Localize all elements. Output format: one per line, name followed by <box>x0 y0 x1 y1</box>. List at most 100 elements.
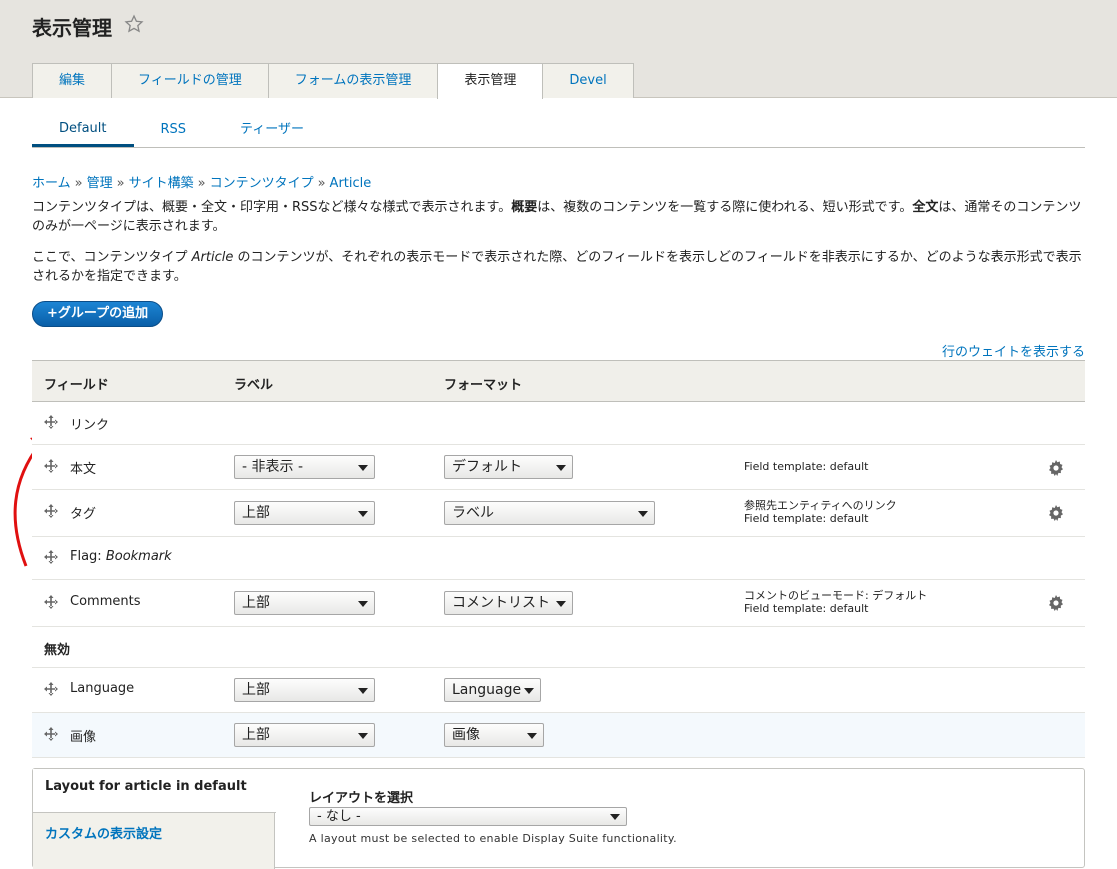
breadcrumb-admin[interactable]: 管理 <box>87 176 113 191</box>
drag-handle-icon[interactable] <box>44 415 58 429</box>
desc-bold-full: 全文 <box>912 200 939 215</box>
format-select[interactable]: ラベル <box>444 501 655 525</box>
summary-line: Field template: default <box>744 512 869 525</box>
tab-manage-form-display[interactable]: フォームの表示管理 <box>267 63 439 98</box>
vtab-layout[interactable]: Layout for article in default <box>33 769 276 813</box>
tab-default[interactable]: Default <box>32 112 134 147</box>
format-select[interactable]: 画像 <box>444 723 544 747</box>
gear-icon[interactable] <box>1048 460 1064 476</box>
add-group-button[interactable]: +グループの追加 <box>32 301 164 327</box>
breadcrumb-article[interactable]: Article <box>330 176 372 191</box>
format-select[interactable]: Language <box>444 678 541 702</box>
breadcrumb-structure[interactable]: サイト構築 <box>129 176 194 191</box>
label-select[interactable]: - 非表示 - <box>234 455 375 479</box>
desc-text: ここで、コンテンツタイプ <box>32 250 192 265</box>
table-row: Comments 上部 コメントリスト コメントのビューモード: デフォルト Fi… <box>32 580 1085 627</box>
tab-teaser[interactable]: ティーザー <box>213 112 331 147</box>
summary-line: Field template: default <box>744 602 869 615</box>
field-name: Language <box>70 681 135 696</box>
vtab-pane-layout: レイアウトを選択 - なし - A layout must be selecte… <box>309 787 677 845</box>
field-name: Comments <box>70 594 141 609</box>
field-name: 本文 <box>70 462 97 477</box>
breadcrumb-separator: » <box>317 176 326 191</box>
format-summary: 参照先エンティティへのリンク Field template: default <box>744 499 897 525</box>
summary-line: Field template: default <box>744 460 869 473</box>
desc-text: コンテンツタイプは、概要・全文・印字用・RSSなど様々な様式で表示されます。 <box>32 200 512 215</box>
table-row: リンク <box>32 402 1085 445</box>
drag-handle-icon[interactable] <box>44 459 58 473</box>
drag-handle-icon[interactable] <box>44 595 58 609</box>
select-value: - なし - <box>317 809 361 824</box>
gear-icon[interactable] <box>1048 505 1064 521</box>
desc-bold-summary: 概要 <box>511 200 538 215</box>
column-header-label: ラベル <box>234 378 274 393</box>
page-header: 表示管理 編集 フィールドの管理 フォームの表示管理 表示管理 Devel <box>0 0 1117 99</box>
drag-handle-icon[interactable] <box>44 550 58 564</box>
table-row: 本文 - 非表示 - デフォルト Field template: default <box>32 445 1085 490</box>
chevron-down-icon <box>610 814 620 820</box>
tab-rss[interactable]: RSS <box>134 112 214 147</box>
region-disabled: 無効 <box>32 627 1085 668</box>
chevron-down-icon <box>358 688 368 694</box>
summary-line: 参照先エンティティへのリンク <box>744 499 897 512</box>
select-value: 上部 <box>242 682 270 698</box>
format-select[interactable]: コメントリスト <box>444 591 573 615</box>
chevron-down-icon <box>358 511 368 517</box>
label-select[interactable]: 上部 <box>234 723 375 747</box>
field-name-flag: Bookmark <box>105 549 172 564</box>
summary-line: コメントのビューモード: デフォルト <box>744 589 928 602</box>
breadcrumb: ホーム» 管理» サイト構築» コンテンツタイプ» Article <box>32 172 371 191</box>
field-name: Flag: Bookmark <box>70 549 172 564</box>
format-summary: コメントのビューモード: デフォルト Field template: defaul… <box>744 589 927 615</box>
column-header-field: フィールド <box>44 378 109 393</box>
drag-handle-icon[interactable] <box>44 682 58 696</box>
label-select[interactable]: 上部 <box>234 678 375 702</box>
select-value: コメントリスト <box>452 595 550 611</box>
table-row: 画像 上部 画像 <box>32 713 1085 758</box>
select-value: - 非表示 - <box>242 459 304 475</box>
star-icon[interactable] <box>124 14 144 34</box>
vtab-custom-display-settings[interactable]: カスタムの表示設定 <box>33 813 275 857</box>
format-select[interactable]: デフォルト <box>444 455 573 479</box>
desc-content-type: Article <box>191 250 234 265</box>
chevron-down-icon <box>556 465 566 471</box>
field-name: リンク <box>70 418 110 433</box>
breadcrumb-home[interactable]: ホーム <box>32 176 71 191</box>
field-name: 画像 <box>70 730 97 745</box>
chevron-down-icon <box>358 601 368 607</box>
show-row-weights-link[interactable]: 行のウェイトを表示する <box>942 341 1085 360</box>
layout-select-description: A layout must be selected to enable Disp… <box>309 832 677 845</box>
chevron-down-icon <box>524 688 534 694</box>
table-row: Flag: Bookmark <box>32 537 1085 580</box>
tab-manage-fields[interactable]: フィールドの管理 <box>111 63 269 98</box>
tab-devel[interactable]: Devel <box>542 63 634 98</box>
select-value: 画像 <box>452 727 480 743</box>
page-title: 表示管理 <box>32 16 112 40</box>
description-paragraph-2: ここで、コンテンツタイプ Article のコンテンツが、それぞれの表示モードで… <box>32 248 1087 286</box>
column-header-format: フォーマット <box>444 378 523 393</box>
field-name-prefix: Flag: <box>70 549 106 564</box>
layout-settings-panel: Layout for article in default カスタムの表示設定 … <box>32 768 1085 869</box>
label-select[interactable]: 上部 <box>234 591 375 615</box>
layout-select[interactable]: - なし - <box>309 807 627 826</box>
fields-table: フィールド ラベル フォーマット リンク 本文 - 非表示 - デフォルト Fi… <box>32 360 1085 758</box>
breadcrumb-separator: » <box>74 176 83 191</box>
tab-manage-display[interactable]: 表示管理 <box>437 63 544 99</box>
drag-handle-icon[interactable] <box>44 504 58 518</box>
description-paragraph-1: コンテンツタイプは、概要・全文・印字用・RSSなど様々な様式で表示されます。概要… <box>32 198 1087 236</box>
table-row: タグ 上部 ラベル 参照先エンティティへのリンク Field template: … <box>32 490 1085 537</box>
breadcrumb-content-types[interactable]: コンテンツタイプ <box>210 176 314 191</box>
tab-edit[interactable]: 編集 <box>32 63 113 98</box>
label-select[interactable]: 上部 <box>234 501 375 525</box>
vertical-tabs: Layout for article in default カスタムの表示設定 <box>33 769 276 869</box>
select-value: Language <box>452 682 522 698</box>
table-row: Language 上部 Language <box>32 668 1085 713</box>
desc-text: は、複数のコンテンツを一覧する際に使われる、短い形式です。 <box>537 200 913 215</box>
drag-handle-icon[interactable] <box>44 727 58 741</box>
chevron-down-icon <box>527 733 537 739</box>
layout-select-label: レイアウトを選択 <box>309 791 414 806</box>
gear-icon[interactable] <box>1048 595 1064 611</box>
format-summary: Field template: default <box>744 460 868 473</box>
breadcrumb-separator: » <box>116 176 125 191</box>
secondary-tabs: Default RSS ティーザー <box>32 112 1085 148</box>
